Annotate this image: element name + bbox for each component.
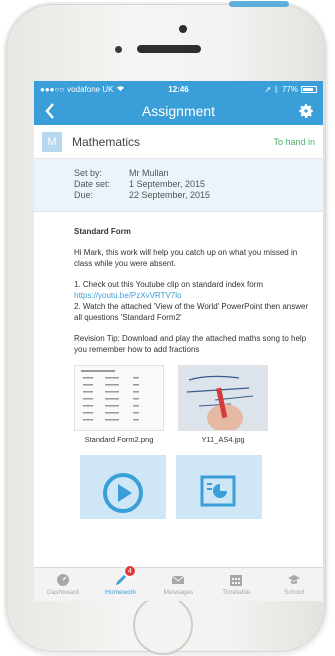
tab-dashboard[interactable]: Dashboard: [34, 568, 92, 601]
hand-in-status[interactable]: To hand in: [273, 137, 315, 147]
subject-name: Mathematics: [72, 134, 141, 149]
media-tiles: [80, 455, 309, 519]
chevron-left-icon: [45, 103, 54, 119]
status-time: 12:46: [168, 84, 189, 94]
date-set-row: Date set: 1 September, 2015: [74, 179, 323, 190]
step-one-text: 1. Check out this Youtube clip on standa…: [74, 280, 264, 289]
date-set-value: 1 September, 2015: [129, 179, 206, 189]
date-set-label: Date set:: [74, 179, 111, 189]
attachment-filename: Y11_AS4.jpg: [201, 435, 245, 444]
envelope-icon: [172, 575, 185, 584]
intro-text: Hi Mark, this work will help you catch u…: [74, 248, 298, 268]
tab-school[interactable]: School: [265, 568, 323, 601]
attachment-standard-form[interactable]: Standard Form2.png: [74, 365, 164, 445]
subject-badge: M: [42, 131, 62, 152]
back-button[interactable]: [40, 101, 60, 121]
set-by-value: Mr Mullan: [129, 168, 169, 178]
tab-label: Dashboard: [46, 589, 79, 596]
nav-bar: Assignment: [34, 97, 323, 125]
photo-thumbnail: [178, 365, 268, 431]
set-by-row: Set by: Mr Mullan: [74, 168, 323, 179]
status-bar: ●●●○○ vodafone UK 12:46 ➚ ᛒ 77%: [34, 81, 323, 97]
attachments: Standard Form2.png Y11_AS4.jpg: [74, 365, 309, 445]
tab-label: Messages: [163, 589, 194, 596]
homework-count-badge: 4: [123, 565, 136, 577]
due-row: Due: 22 September, 2015: [74, 190, 323, 201]
tab-label: School: [284, 589, 305, 596]
video-tile[interactable]: [80, 455, 166, 519]
attachment-y11-as4[interactable]: Y11_AS4.jpg: [178, 365, 268, 445]
proximity-sensor: [115, 46, 122, 53]
phone-accent: [229, 1, 289, 7]
due-value: 22 September, 2015: [129, 190, 211, 200]
presentation-icon: [200, 475, 236, 507]
due-label: Due:: [74, 190, 94, 200]
assignment-details: Set by: Mr Mullan Date set: 1 September,…: [34, 159, 323, 212]
attachment-filename: Standard Form2.png: [84, 435, 154, 444]
tab-label: Timetable: [222, 589, 251, 596]
presentation-tile[interactable]: [176, 455, 262, 519]
earpiece-speaker: [137, 45, 201, 53]
dashboard-icon: [56, 574, 69, 586]
calendar-icon: [230, 575, 243, 586]
settings-button[interactable]: [297, 102, 315, 120]
assignment-heading: Standard Form: [74, 227, 131, 236]
tab-homework[interactable]: 4 Homework: [92, 565, 150, 601]
app-screen: ●●●○○ vodafone UK 12:46 ➚ ᛒ 77% Assignme…: [34, 81, 323, 601]
subject-row: M Mathematics To hand in: [34, 125, 323, 159]
assignment-content: Standard Form Hi Mark, this work will he…: [34, 212, 323, 519]
step-two-text: 2. Watch the attached 'View of the World…: [74, 302, 309, 322]
tab-timetable[interactable]: Timetable: [207, 568, 265, 601]
tab-messages[interactable]: Messages: [150, 568, 208, 601]
gear-icon: [299, 104, 313, 118]
worksheet-thumbnail: [74, 365, 164, 431]
home-button[interactable]: [133, 595, 193, 655]
revision-tip: Revision Tip: Download and play the atta…: [74, 334, 307, 354]
front-camera: [179, 25, 187, 33]
instructions: 1. Check out this Youtube clip on standa…: [74, 279, 309, 323]
tab-label: Homework: [105, 589, 137, 596]
graduation-cap-icon: [288, 575, 301, 584]
battery-icon: [301, 85, 317, 93]
youtube-link[interactable]: https://youtu.be/PzXvVRTV7lo: [74, 291, 181, 300]
set-by-label: Set by:: [74, 168, 103, 178]
tab-bar: Dashboard 4 Homework Messages Timetable …: [34, 565, 323, 601]
page-title: Assignment: [141, 103, 216, 119]
play-icon: [103, 473, 143, 513]
